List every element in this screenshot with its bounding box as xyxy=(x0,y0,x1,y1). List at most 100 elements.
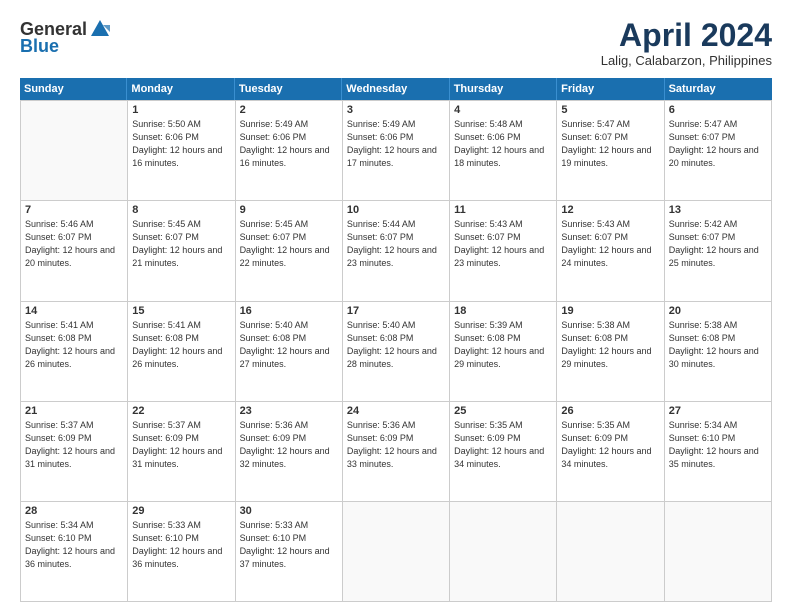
weekday-header: Thursday xyxy=(450,78,557,100)
calendar-cell: 16 Sunrise: 5:40 AMSunset: 6:08 PMDayligh… xyxy=(236,302,343,402)
calendar-cell: 15 Sunrise: 5:41 AMSunset: 6:08 PMDayligh… xyxy=(128,302,235,402)
calendar-cell: 27 Sunrise: 5:34 AMSunset: 6:10 PMDayligh… xyxy=(665,402,772,502)
day-number: 22 xyxy=(132,405,230,417)
day-number: 19 xyxy=(561,305,659,317)
day-number: 2 xyxy=(240,104,338,116)
sun-info: Sunrise: 5:46 AMSunset: 6:07 PMDaylight:… xyxy=(25,218,123,270)
calendar-cell: 26 Sunrise: 5:35 AMSunset: 6:09 PMDayligh… xyxy=(557,402,664,502)
calendar-row: 1 Sunrise: 5:50 AMSunset: 6:06 PMDaylight… xyxy=(21,101,772,201)
calendar-cell xyxy=(343,502,450,602)
sun-info: Sunrise: 5:36 AMSunset: 6:09 PMDaylight:… xyxy=(347,419,445,471)
calendar-row: 28Sunrise: 5:34 AMSunset: 6:10 PMDayligh… xyxy=(21,502,772,602)
sun-info: Sunrise: 5:35 AMSunset: 6:09 PMDaylight:… xyxy=(561,419,659,471)
calendar-cell: 11 Sunrise: 5:43 AMSunset: 6:07 PMDayligh… xyxy=(450,201,557,301)
calendar-cell: 28Sunrise: 5:34 AMSunset: 6:10 PMDayligh… xyxy=(21,502,128,602)
day-number: 6 xyxy=(669,104,767,116)
logo-blue-text: Blue xyxy=(20,36,59,57)
day-number: 12 xyxy=(561,204,659,216)
calendar-cell: 18 Sunrise: 5:39 AMSunset: 6:08 PMDayligh… xyxy=(450,302,557,402)
sun-info: Sunrise: 5:37 AMSunset: 6:09 PMDaylight:… xyxy=(25,419,123,471)
day-number: 28 xyxy=(25,505,123,517)
calendar-header: SundayMondayTuesdayWednesdayThursdayFrid… xyxy=(20,78,772,100)
calendar-row: 21 Sunrise: 5:37 AMSunset: 6:09 PMDayligh… xyxy=(21,402,772,502)
calendar-cell xyxy=(450,502,557,602)
day-number: 25 xyxy=(454,405,552,417)
day-number: 30 xyxy=(240,505,338,517)
calendar-body: 1 Sunrise: 5:50 AMSunset: 6:06 PMDaylight… xyxy=(20,100,772,602)
sun-info: Sunrise: 5:39 AMSunset: 6:08 PMDaylight:… xyxy=(454,319,552,371)
calendar-cell: 17Sunrise: 5:40 AMSunset: 6:08 PMDayligh… xyxy=(343,302,450,402)
calendar-cell: 13 Sunrise: 5:42 AMSunset: 6:07 PMDayligh… xyxy=(665,201,772,301)
weekday-header: Wednesday xyxy=(342,78,449,100)
calendar-cell: 20 Sunrise: 5:38 AMSunset: 6:08 PMDayligh… xyxy=(665,302,772,402)
location: Lalig, Calabarzon, Philippines xyxy=(601,53,772,68)
calendar-cell: 9 Sunrise: 5:45 AMSunset: 6:07 PMDaylight… xyxy=(236,201,343,301)
weekday-header: Monday xyxy=(127,78,234,100)
day-number: 4 xyxy=(454,104,552,116)
weekday-header: Tuesday xyxy=(235,78,342,100)
weekday-header: Friday xyxy=(557,78,664,100)
day-number: 18 xyxy=(454,305,552,317)
sun-info: Sunrise: 5:43 AMSunset: 6:07 PMDaylight:… xyxy=(561,218,659,270)
sun-info: Sunrise: 5:41 AMSunset: 6:08 PMDaylight:… xyxy=(132,319,230,371)
day-number: 26 xyxy=(561,405,659,417)
day-number: 15 xyxy=(132,305,230,317)
day-number: 21 xyxy=(25,405,123,417)
weekday-header: Saturday xyxy=(665,78,772,100)
calendar-cell: 23 Sunrise: 5:36 AMSunset: 6:09 PMDayligh… xyxy=(236,402,343,502)
day-number: 1 xyxy=(132,104,230,116)
title-section: April 2024 Lalig, Calabarzon, Philippine… xyxy=(601,18,772,68)
day-number: 3 xyxy=(347,104,445,116)
day-number: 10 xyxy=(347,204,445,216)
sun-info: Sunrise: 5:48 AMSunset: 6:06 PMDaylight:… xyxy=(454,118,552,170)
sun-info: Sunrise: 5:50 AMSunset: 6:06 PMDaylight:… xyxy=(132,118,230,170)
calendar-cell: 24 Sunrise: 5:36 AMSunset: 6:09 PMDayligh… xyxy=(343,402,450,502)
header: General Blue April 2024 Lalig, Calabarzo… xyxy=(20,18,772,68)
calendar-cell: 5 Sunrise: 5:47 AMSunset: 6:07 PMDaylight… xyxy=(557,101,664,201)
day-number: 14 xyxy=(25,305,123,317)
calendar-cell: 7 Sunrise: 5:46 AMSunset: 6:07 PMDaylight… xyxy=(21,201,128,301)
day-number: 27 xyxy=(669,405,767,417)
sun-info: Sunrise: 5:45 AMSunset: 6:07 PMDaylight:… xyxy=(240,218,338,270)
day-number: 5 xyxy=(561,104,659,116)
sun-info: Sunrise: 5:47 AMSunset: 6:07 PMDaylight:… xyxy=(669,118,767,170)
calendar-cell: 6 Sunrise: 5:47 AMSunset: 6:07 PMDaylight… xyxy=(665,101,772,201)
day-number: 8 xyxy=(132,204,230,216)
day-number: 24 xyxy=(347,405,445,417)
sun-info: Sunrise: 5:49 AMSunset: 6:06 PMDaylight:… xyxy=(347,118,445,170)
sun-info: Sunrise: 5:35 AMSunset: 6:09 PMDaylight:… xyxy=(454,419,552,471)
sun-info: Sunrise: 5:33 AMSunset: 6:10 PMDaylight:… xyxy=(240,519,338,571)
calendar-cell xyxy=(557,502,664,602)
calendar-cell: 8 Sunrise: 5:45 AMSunset: 6:07 PMDaylight… xyxy=(128,201,235,301)
logo: General Blue xyxy=(20,18,111,57)
calendar-cell: 14Sunrise: 5:41 AMSunset: 6:08 PMDayligh… xyxy=(21,302,128,402)
calendar-cell: 2 Sunrise: 5:49 AMSunset: 6:06 PMDaylight… xyxy=(236,101,343,201)
calendar-cell xyxy=(665,502,772,602)
day-number: 23 xyxy=(240,405,338,417)
day-number: 20 xyxy=(669,305,767,317)
calendar-cell: 21 Sunrise: 5:37 AMSunset: 6:09 PMDayligh… xyxy=(21,402,128,502)
day-number: 16 xyxy=(240,305,338,317)
day-number: 9 xyxy=(240,204,338,216)
calendar-cell: 22 Sunrise: 5:37 AMSunset: 6:09 PMDayligh… xyxy=(128,402,235,502)
sun-info: Sunrise: 5:42 AMSunset: 6:07 PMDaylight:… xyxy=(669,218,767,270)
calendar-row: 14 Sunrise: 5:41 AMSunset: 6:08 PMDayligh… xyxy=(21,302,772,402)
calendar-cell: 12 Sunrise: 5:43 AMSunset: 6:07 PMDayligh… xyxy=(557,201,664,301)
day-number: 11 xyxy=(454,204,552,216)
sun-info: Sunrise: 5:34 AMSunset: 6:10 PMDaylight:… xyxy=(669,419,767,471)
sun-info: Sunrise: 5:40 AMSunset: 6:08 PMDaylight:… xyxy=(240,319,338,371)
sun-info: Sunrise: 5:49 AMSunset: 6:06 PMDaylight:… xyxy=(240,118,338,170)
calendar-cell: 19Sunrise: 5:38 AMSunset: 6:08 PMDayligh… xyxy=(557,302,664,402)
day-number: 7 xyxy=(25,204,123,216)
sun-info: Sunrise: 5:37 AMSunset: 6:09 PMDaylight:… xyxy=(132,419,230,471)
day-number: 13 xyxy=(669,204,767,216)
sun-info: Sunrise: 5:43 AMSunset: 6:07 PMDaylight:… xyxy=(454,218,552,270)
calendar: SundayMondayTuesdayWednesdayThursdayFrid… xyxy=(20,78,772,602)
sun-info: Sunrise: 5:38 AMSunset: 6:08 PMDaylight:… xyxy=(669,319,767,371)
sun-info: Sunrise: 5:36 AMSunset: 6:09 PMDaylight:… xyxy=(240,419,338,471)
month-title: April 2024 xyxy=(601,18,772,53)
sun-info: Sunrise: 5:47 AMSunset: 6:07 PMDaylight:… xyxy=(561,118,659,170)
calendar-cell: 10Sunrise: 5:44 AMSunset: 6:07 PMDayligh… xyxy=(343,201,450,301)
sun-info: Sunrise: 5:45 AMSunset: 6:07 PMDaylight:… xyxy=(132,218,230,270)
calendar-cell: 4 Sunrise: 5:48 AMSunset: 6:06 PMDaylight… xyxy=(450,101,557,201)
